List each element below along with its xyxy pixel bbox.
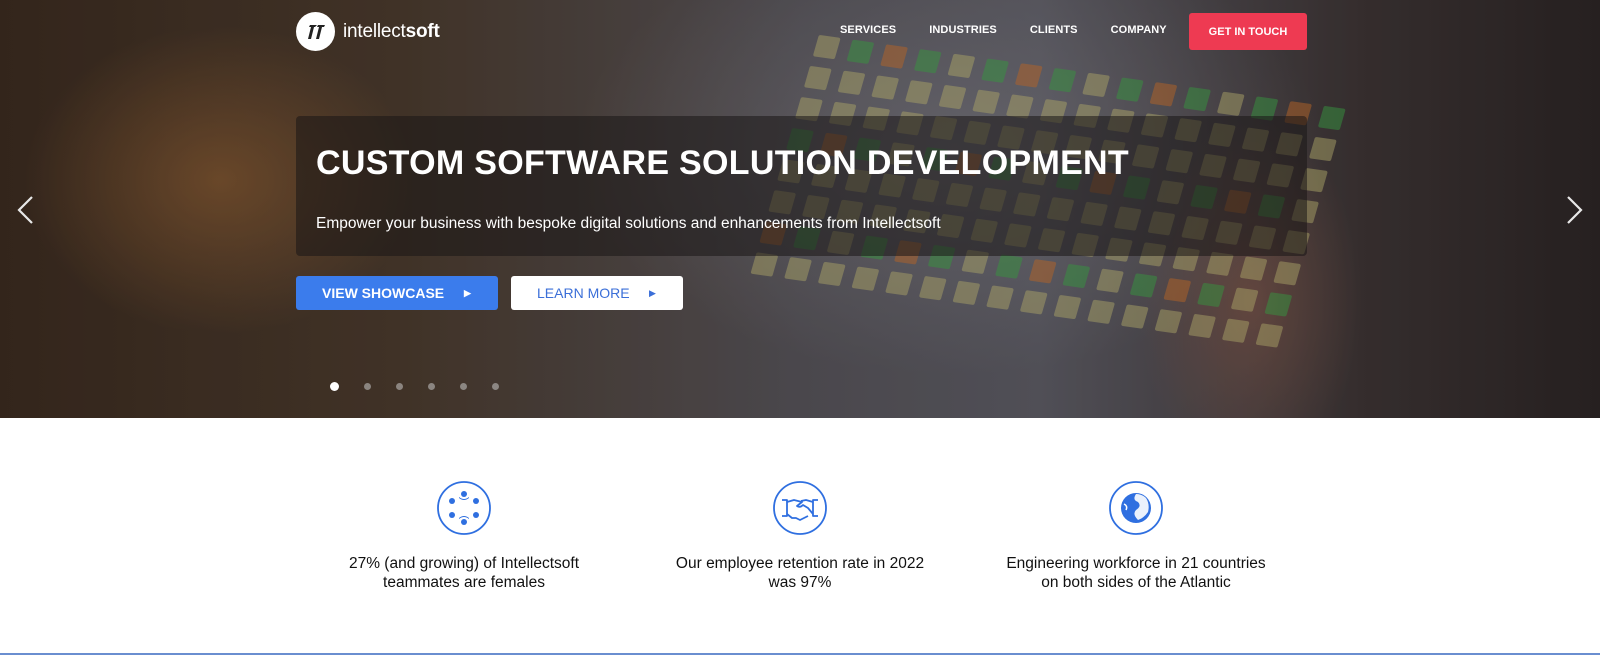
chevron-right-icon bbox=[1567, 196, 1583, 224]
chevron-left-icon bbox=[17, 196, 33, 224]
stats-section: 27% (and growing) of Intellectsoft teamm… bbox=[0, 418, 1600, 655]
intellectsoft-logo-icon bbox=[296, 12, 335, 51]
hero-title-box: CUSTOM SOFTWARE SOLUTION DEVELOPMENT Emp… bbox=[296, 116, 1307, 256]
nav-industries[interactable]: INDUSTRIES bbox=[929, 24, 997, 36]
view-showcase-button[interactable]: VIEW SHOWCASE ▶ bbox=[296, 276, 498, 310]
site-header: intellectsoft SERVICES INDUSTRIES CLIENT… bbox=[0, 0, 1600, 62]
stat-text: Our employee retention rate in 2022 was … bbox=[640, 554, 960, 592]
stat-line-2: was 97% bbox=[768, 574, 832, 591]
logo[interactable]: intellectsoft bbox=[296, 12, 440, 51]
get-in-touch-button[interactable]: GET IN TOUCH bbox=[1189, 13, 1307, 50]
logo-text-bold: soft bbox=[405, 20, 440, 42]
stat-text: 27% (and growing) of Intellectsoft teamm… bbox=[304, 554, 624, 592]
nav-clients[interactable]: CLIENTS bbox=[1030, 24, 1078, 36]
hero-section: intellectsoft SERVICES INDUSTRIES CLIENT… bbox=[0, 0, 1600, 418]
globe-icon bbox=[1108, 480, 1164, 536]
carousel-prev-button[interactable] bbox=[12, 190, 42, 230]
stat-line-2: on both sides of the Atlantic bbox=[1041, 574, 1231, 591]
stat-line-1: Our employee retention rate in 2022 bbox=[675, 555, 925, 572]
stat-countries: Engineering workforce in 21 countries on… bbox=[976, 480, 1296, 592]
stat-retention: Our employee retention rate in 2022 was … bbox=[640, 480, 960, 592]
carousel-dot[interactable] bbox=[492, 383, 499, 390]
stat-line-1: 27% (and growing) of Intellectsoft bbox=[348, 555, 580, 572]
nav-company[interactable]: COMPANY bbox=[1111, 24, 1167, 36]
carousel-dot[interactable] bbox=[428, 383, 435, 390]
nav-services[interactable]: SERVICES bbox=[840, 24, 896, 36]
stat-line-2: teammates are females bbox=[383, 574, 545, 591]
stat-line-1: Engineering workforce in 21 countries bbox=[1006, 555, 1266, 572]
main-nav: SERVICES INDUSTRIES CLIENTS COMPANY bbox=[840, 24, 1200, 36]
hero-title: CUSTOM SOFTWARE SOLUTION DEVELOPMENT bbox=[316, 144, 1129, 182]
logo-text-light: intellect bbox=[343, 20, 406, 42]
carousel-dot[interactable] bbox=[330, 382, 339, 391]
carousel-dot[interactable] bbox=[364, 383, 371, 390]
learn-more-button[interactable]: LEARN MORE ▶ bbox=[511, 276, 683, 310]
stat-text: Engineering workforce in 21 countries on… bbox=[976, 554, 1296, 592]
caret-right-icon: ▶ bbox=[649, 287, 656, 298]
carousel-dot[interactable] bbox=[460, 383, 467, 390]
handshake-icon bbox=[772, 480, 828, 536]
carousel-dot[interactable] bbox=[396, 383, 403, 390]
carousel-next-button[interactable] bbox=[1560, 190, 1590, 230]
hero-subtitle: Empower your business with bespoke digit… bbox=[316, 215, 941, 232]
caret-right-icon: ▶ bbox=[464, 287, 471, 298]
learn-more-label: LEARN MORE bbox=[537, 285, 630, 301]
view-showcase-label: VIEW SHOWCASE bbox=[322, 285, 445, 301]
stat-females: 27% (and growing) of Intellectsoft teamm… bbox=[304, 480, 624, 592]
logo-text: intellectsoft bbox=[343, 21, 440, 43]
team-circle-icon bbox=[436, 480, 492, 536]
carousel-dots bbox=[330, 382, 524, 391]
